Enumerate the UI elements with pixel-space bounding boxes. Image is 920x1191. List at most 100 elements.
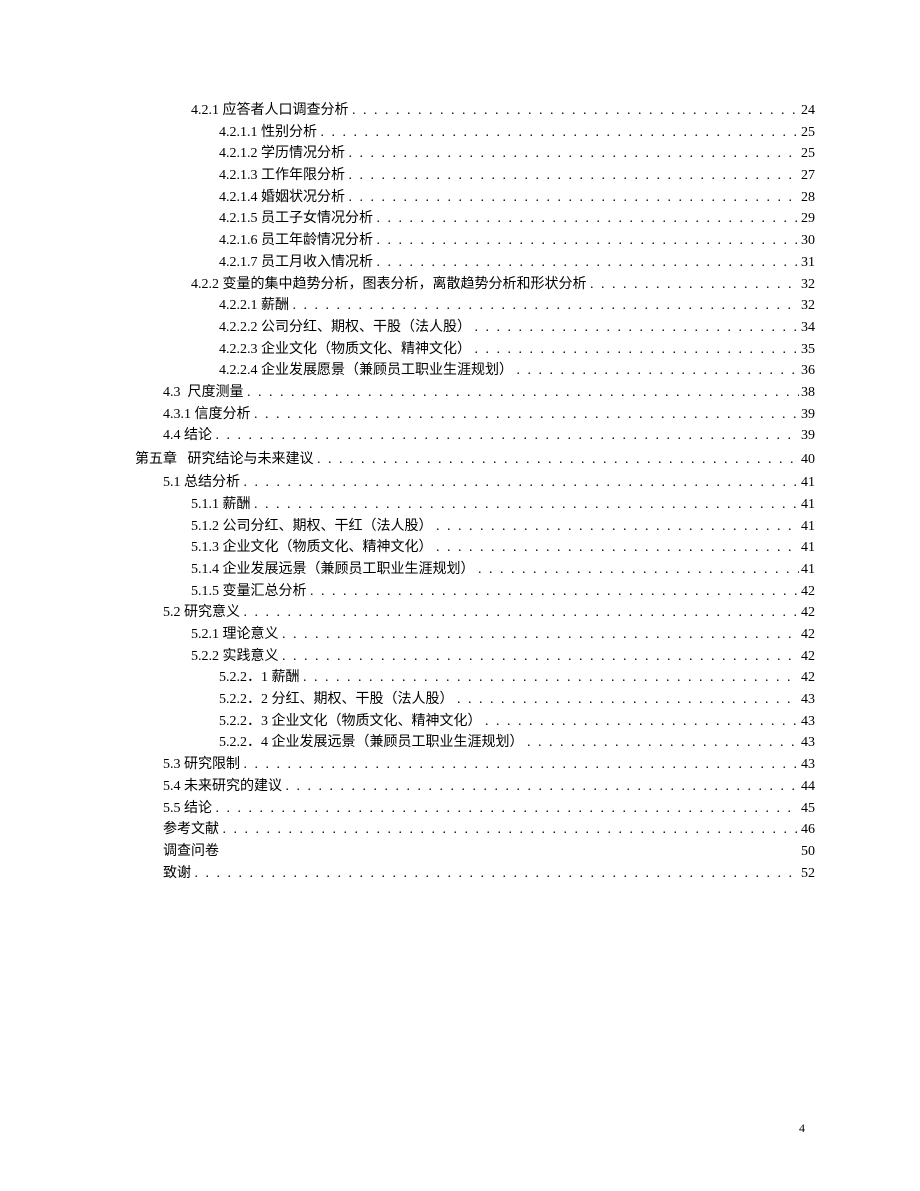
toc-page-number: 42 — [799, 624, 815, 646]
toc-leader-dots — [349, 187, 800, 209]
toc-page-number: 31 — [799, 252, 815, 274]
toc-title: 参考文献 — [163, 819, 223, 841]
toc-leader-dots — [244, 754, 800, 776]
toc-leader-dots — [282, 646, 799, 668]
toc-entry: 第五章 研究结论与未来建议 40 — [135, 447, 815, 472]
toc-page-number: 45 — [799, 798, 815, 820]
toc-page-number: 28 — [799, 187, 815, 209]
toc-page-number: 34 — [799, 317, 815, 339]
toc-page-number: 46 — [799, 819, 815, 841]
toc-page-number: 32 — [799, 274, 815, 296]
toc-title: 4.2.1.2 学历情况分析 — [219, 143, 349, 165]
toc-entry: 4.2.2 变量的集中趋势分析，图表分析，离散趋势分析和形状分析 32 — [135, 274, 815, 296]
toc-page-number: 42 — [799, 646, 815, 668]
toc-page-number: 30 — [799, 230, 815, 252]
toc-leader-dots — [436, 537, 799, 559]
toc-page-number: 41 — [799, 472, 815, 494]
toc-page-number: 43 — [799, 754, 815, 776]
toc-leader-dots — [310, 581, 799, 603]
toc-title: 5.1.2 公司分红、期权、干红（法人股） — [191, 516, 436, 538]
toc-leader-dots — [195, 863, 800, 885]
toc-entry: 5.2.2．4 企业发展远景（兼顾员工职业生涯规划） 43 — [135, 732, 815, 754]
toc-entry: 4.2.1.6 员工年龄情况分析 30 — [135, 230, 815, 252]
toc-entry: 调查问卷 50 — [135, 841, 815, 863]
toc-leader-dots — [286, 776, 800, 798]
toc-leader-dots — [590, 274, 799, 296]
toc-title: 4.2.1.5 员工子女情况分析 — [219, 208, 377, 230]
toc-entry: 4.2.1.1 性别分析 25 — [135, 122, 815, 144]
toc-leader-dots — [527, 732, 799, 754]
toc-page-number: 38 — [799, 382, 815, 404]
toc-page-number: 52 — [799, 863, 815, 885]
toc-page-number: 41 — [799, 537, 815, 559]
toc-leader-dots — [475, 339, 800, 361]
toc-title: 4.2.1.3 工作年限分析 — [219, 165, 349, 187]
toc-leader-dots — [517, 360, 800, 382]
toc-page-number: 43 — [799, 689, 815, 711]
toc-page-number: 29 — [799, 208, 815, 230]
toc-title: 5.1 总结分析 — [163, 472, 244, 494]
toc-leader-dots — [216, 798, 800, 820]
toc-entry: 致谢 52 — [135, 863, 815, 885]
toc-page-number: 35 — [799, 339, 815, 361]
toc-entry: 5.2.2 实践意义 42 — [135, 646, 815, 668]
toc-entry: 5.4 未来研究的建议 44 — [135, 776, 815, 798]
toc-title: 5.1.1 薪酬 — [191, 494, 254, 516]
toc-entry: 4.2.1.3 工作年限分析 27 — [135, 165, 815, 187]
toc-title: 4.2.1.6 员工年龄情况分析 — [219, 230, 377, 252]
toc-page-number: 50 — [799, 841, 815, 863]
toc-page-number: 32 — [799, 295, 815, 317]
toc-title: 4.2.1.7 员工月收入情况析 — [219, 252, 377, 274]
toc-entry: 4.3 尺度测量 38 — [135, 382, 815, 404]
toc-title: 5.2.1 理论意义 — [191, 624, 282, 646]
table-of-contents: 4.2.1 应答者人口调查分析 244.2.1.1 性别分析 254.2.1.2… — [135, 100, 815, 884]
page-number: 4 — [799, 1121, 805, 1136]
toc-title: 致谢 — [163, 863, 195, 885]
toc-page-number: 25 — [799, 143, 815, 165]
toc-leader-dots — [436, 516, 799, 538]
toc-title: 第五章 研究结论与未来建议 — [135, 447, 317, 472]
toc-title: 5.5 结论 — [163, 798, 216, 820]
toc-leader-dots — [247, 382, 799, 404]
toc-entry: 5.1.5 变量汇总分析 42 — [135, 581, 815, 603]
toc-leader-dots — [485, 711, 799, 733]
toc-title: 5.2.2．4 企业发展远景（兼顾员工职业生涯规划） — [219, 732, 527, 754]
toc-entry: 5.2.2．2 分红、期权、干股（法人股） 43 — [135, 689, 815, 711]
toc-leader-dots — [377, 208, 800, 230]
toc-leader-dots — [478, 559, 799, 581]
toc-page-number: 25 — [799, 122, 815, 144]
toc-leader-dots — [244, 602, 800, 624]
toc-entry: 5.1.3 企业文化（物质文化、精神文化） 41 — [135, 537, 815, 559]
toc-entry: 5.1.4 企业发展远景（兼顾员工职业生涯规划） 41 — [135, 559, 815, 581]
toc-leader-dots — [377, 230, 800, 252]
toc-leader-dots — [349, 143, 800, 165]
toc-entry: 5.2.2．3 企业文化（物质文化、精神文化） 43 — [135, 711, 815, 733]
toc-page: 4.2.1 应答者人口调查分析 244.2.1.1 性别分析 254.2.1.2… — [0, 0, 920, 884]
toc-leader-dots — [282, 624, 799, 646]
toc-page-number: 41 — [799, 559, 815, 581]
toc-title: 4.4 结论 — [163, 425, 216, 447]
toc-entry: 4.2.1.4 婚姻状况分析 28 — [135, 187, 815, 209]
toc-leader-dots — [457, 689, 799, 711]
toc-title: 5.1.4 企业发展远景（兼顾员工职业生涯规划） — [191, 559, 478, 581]
toc-entry: 5.1 总结分析 41 — [135, 472, 815, 494]
toc-leader-dots — [303, 667, 799, 689]
toc-entry: 5.5 结论 45 — [135, 798, 815, 820]
toc-page-number: 42 — [799, 581, 815, 603]
toc-title: 4.2.2.2 公司分红、期权、干股（法人股） — [219, 317, 475, 339]
toc-title: 5.1.5 变量汇总分析 — [191, 581, 310, 603]
toc-leader-dots — [321, 122, 800, 144]
toc-leader-dots — [223, 819, 800, 841]
toc-title: 5.4 未来研究的建议 — [163, 776, 286, 798]
toc-entry: 5.1.1 薪酬 41 — [135, 494, 815, 516]
toc-title: 5.2.2．3 企业文化（物质文化、精神文化） — [219, 711, 485, 733]
toc-page-number: 43 — [799, 711, 815, 733]
toc-page-number: 43 — [799, 732, 815, 754]
toc-entry: 4.2.2.1 薪酬 32 — [135, 295, 815, 317]
toc-title: 4.3.1 信度分析 — [163, 404, 254, 426]
toc-title: 4.2.1 应答者人口调查分析 — [191, 100, 352, 122]
toc-leader-dots — [293, 295, 800, 317]
toc-page-number: 41 — [799, 494, 815, 516]
toc-title: 4.2.1.1 性别分析 — [219, 122, 321, 144]
toc-page-number: 41 — [799, 516, 815, 538]
